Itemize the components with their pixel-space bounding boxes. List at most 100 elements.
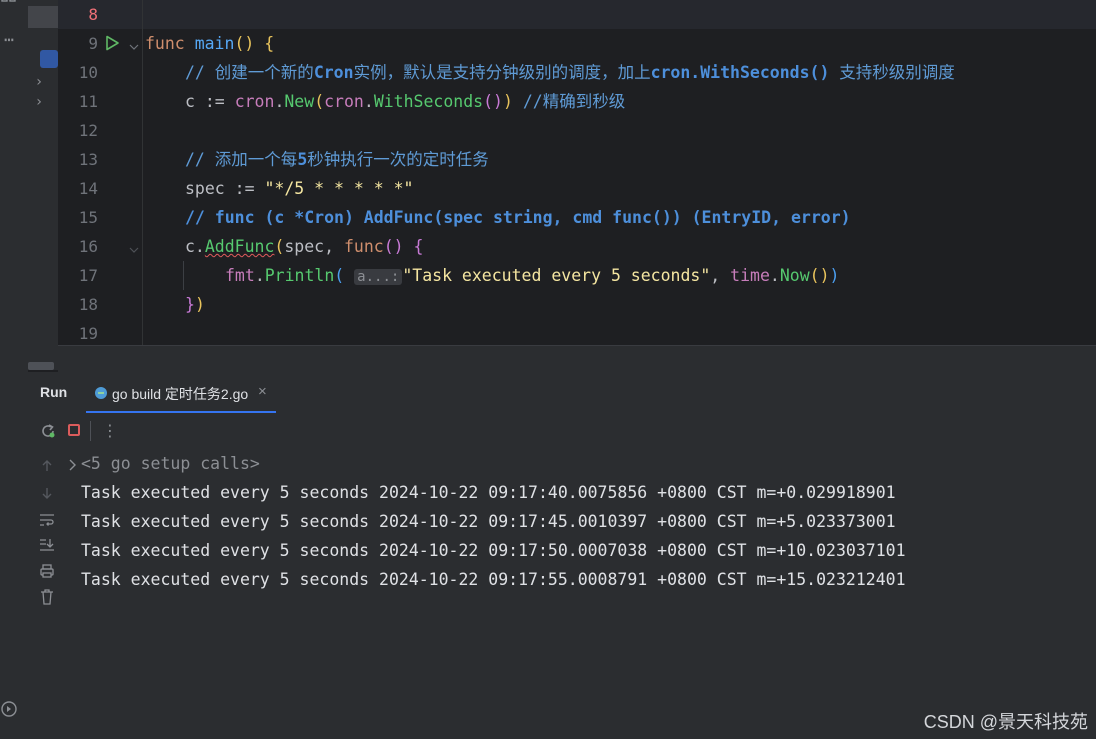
- run-tab-label: go build 定时任务2.go: [112, 386, 249, 402]
- tool-window-strip: ⋯: [0, 0, 29, 739]
- keyword: func: [145, 34, 185, 53]
- code-line-13[interactable]: // 添加一个每5秒钟执行一次的定时任务: [185, 145, 489, 174]
- fold-icon[interactable]: [128, 241, 140, 253]
- parameter-hint: a...:: [354, 269, 403, 285]
- function-call: WithSeconds: [373, 92, 484, 111]
- current-line-highlight: [58, 0, 1096, 29]
- console-line: Task executed every 5 seconds 2024-10-22…: [81, 512, 896, 531]
- soft-wrap-icon[interactable]: [39, 512, 55, 526]
- more-tools-icon[interactable]: ⋯: [0, 32, 18, 48]
- line-number: 19: [78, 324, 98, 343]
- console-line: Task executed every 5 seconds 2024-10-22…: [81, 541, 906, 560]
- expand-setup-icon[interactable]: [68, 457, 78, 471]
- comment: 5: [297, 150, 308, 169]
- code-line-17[interactable]: fmt.Println( a...: "Task executed every 5…: [225, 261, 839, 290]
- print-icon[interactable]: [39, 563, 55, 578]
- line-number: 17: [78, 266, 98, 285]
- code-line-18[interactable]: }): [185, 290, 205, 319]
- code-text: spec,: [284, 237, 344, 256]
- string-literal: "Task executed every 5 seconds": [402, 266, 711, 285]
- trash-icon[interactable]: [40, 589, 54, 605]
- code-text: .: [363, 92, 374, 111]
- line-number: 10: [78, 63, 98, 82]
- code-line-16[interactable]: c.AddFunc(spec, func() {: [185, 232, 423, 261]
- brace: {: [264, 34, 275, 53]
- setup-calls-fold[interactable]: <5 go setup calls>: [81, 449, 260, 478]
- string-literal: "*/5 * * * * *": [264, 179, 414, 198]
- function-call: Now: [779, 266, 810, 285]
- comment: 实例，默认是支持分钟级别的调度，加上: [353, 63, 651, 82]
- line-number: 8: [88, 5, 98, 24]
- expand-arrow-icon[interactable]: ›: [34, 74, 44, 90]
- close-tab-icon[interactable]: ×: [258, 383, 267, 400]
- scroll-down-icon[interactable]: [40, 485, 54, 499]
- code-text: .: [274, 92, 285, 111]
- code-text: c.: [185, 237, 205, 256]
- run-panel-header: Run go build 定时任务2.go ×: [28, 372, 1096, 414]
- fold-icon[interactable]: [128, 38, 140, 50]
- paren: ): [829, 266, 840, 285]
- code-line-14[interactable]: spec := "*/5 * * * * *": [185, 174, 414, 203]
- paren: ): [194, 295, 205, 314]
- code-line-11[interactable]: c := cron.New(cron.WithSeconds()) //精确到秒…: [185, 87, 625, 116]
- function-call: New: [284, 92, 315, 111]
- keyword: func: [343, 237, 384, 256]
- line-number: 14: [78, 179, 98, 198]
- expand-arrow-icon[interactable]: ›: [34, 94, 44, 110]
- comment: // 添加一个每: [185, 150, 298, 169]
- comment: 支持秒级别调度: [829, 63, 955, 82]
- paren: ): [502, 92, 513, 111]
- package-name: time: [730, 266, 770, 285]
- brace: {: [413, 237, 424, 256]
- console-line: Task executed every 5 seconds 2024-10-22…: [81, 483, 896, 502]
- comment: // func (c *Cron) AddFunc(spec string, c…: [185, 208, 851, 227]
- line-number: 15: [78, 208, 98, 227]
- project-node-marker[interactable]: [40, 50, 58, 68]
- paren: (): [234, 34, 255, 53]
- scroll-up-icon[interactable]: [40, 458, 54, 472]
- line-number: 13: [78, 150, 98, 169]
- function-name: main: [194, 34, 235, 53]
- line-number: 18: [78, 295, 98, 314]
- comment: 秒钟执行一次的定时任务: [307, 150, 489, 169]
- code-text: .: [254, 266, 265, 285]
- services-icon[interactable]: [0, 700, 18, 722]
- code-text: spec :=: [185, 179, 255, 198]
- project-selected-row[interactable]: [28, 6, 58, 28]
- rerun-icon[interactable]: [40, 423, 56, 439]
- console-side-toolbar: [28, 448, 66, 739]
- run-tab[interactable]: go build 定时任务2.go ×: [86, 372, 276, 413]
- go-build-icon: [94, 385, 108, 399]
- line-number: 16: [78, 237, 98, 256]
- project-tool-icon[interactable]: [0, 0, 18, 10]
- paren: (): [809, 266, 830, 285]
- watermark: CSDN @景天科技苑: [923, 712, 1088, 732]
- function-call: Println: [264, 266, 335, 285]
- horizontal-scrollbar[interactable]: [28, 362, 54, 370]
- comment: cron.WithSeconds(): [650, 63, 830, 82]
- package-name: cron: [324, 92, 364, 111]
- package-name: fmt: [225, 266, 255, 285]
- code-line-10[interactable]: // 创建一个新的Cron实例，默认是支持分钟级别的调度，加上cron.With…: [185, 58, 955, 87]
- console-line: Task executed every 5 seconds 2024-10-22…: [81, 570, 906, 589]
- project-panel: › ›: [28, 0, 58, 370]
- gutter-separator: [142, 0, 143, 345]
- code-text: c :=: [185, 92, 225, 111]
- line-number: 9: [88, 34, 98, 53]
- stop-icon[interactable]: [68, 424, 80, 436]
- run-panel-title: Run: [40, 384, 68, 400]
- paren: (: [274, 237, 285, 256]
- code-line-15[interactable]: // func (c *Cron) AddFunc(spec string, c…: [185, 203, 851, 232]
- indent-guide: [183, 261, 184, 290]
- package-name: cron: [234, 92, 275, 111]
- editor-status-strip: [58, 345, 1096, 373]
- paren: (): [483, 92, 503, 111]
- more-options-icon[interactable]: ⋮: [102, 421, 118, 441]
- run-toolbar: ⋮: [28, 413, 1096, 449]
- code-line-9[interactable]: func main() {: [145, 29, 274, 58]
- line-number: 12: [78, 121, 98, 140]
- run-gutter-icon[interactable]: [104, 35, 120, 51]
- scroll-to-end-icon[interactable]: [39, 537, 55, 551]
- line-number: 11: [78, 92, 98, 111]
- brace: }: [185, 295, 195, 314]
